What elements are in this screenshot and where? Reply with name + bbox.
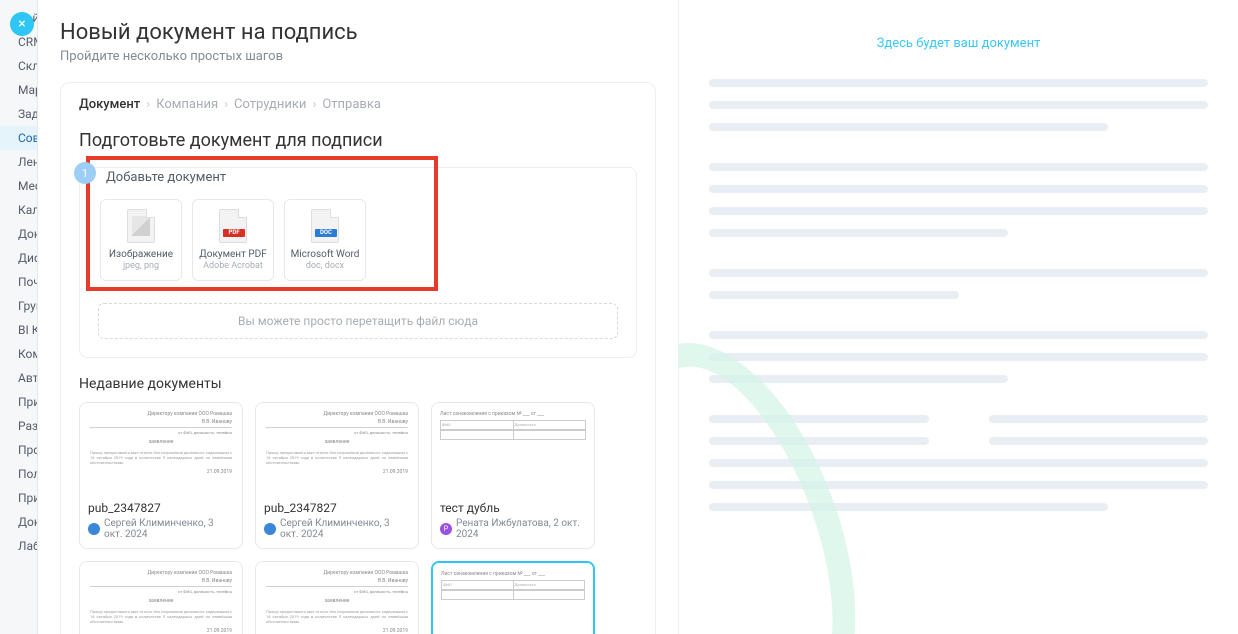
page-subtitle: Пройдите несколько простых шагов [60, 49, 656, 64]
skeleton-line [989, 415, 1209, 423]
step-label: Добавьте документ [106, 170, 424, 185]
sidebar-item[interactable]: Группы [0, 294, 37, 318]
skeleton-line [709, 207, 1208, 215]
chevron-right-icon: › [312, 97, 316, 112]
sidebar: СайтыCRMСкладМаркетингЗадачиСовместная р… [0, 0, 38, 634]
skeleton-line [709, 503, 1108, 511]
doc-thumbnail: Директору компании ООО РомашкаВ.В. Ивано… [256, 403, 418, 495]
upload-type-sub: doc, docx [306, 261, 344, 271]
preview-hint: Здесь будет ваш документ [709, 36, 1208, 51]
sidebar-item[interactable]: Почта [0, 270, 37, 294]
avatar [88, 523, 100, 535]
skeleton-line [709, 229, 1008, 237]
doc-name: pub_2347827 [264, 501, 410, 515]
skeleton-line [709, 185, 1208, 193]
skeleton-line [709, 331, 1208, 339]
upload-type-doc[interactable]: DOC Microsoft Worddoc, docx [284, 199, 366, 281]
chevron-right-icon: › [224, 97, 228, 112]
sidebar-item[interactable]: Компания [0, 342, 37, 366]
close-button[interactable]: × [10, 12, 34, 36]
doc-thumbnail: Директору компании ООО РомашкаВ.В. Ивано… [80, 562, 242, 634]
sidebar-item[interactable]: Диск [0, 246, 37, 270]
sidebar-item[interactable]: Приглашения [0, 486, 37, 510]
sidebar-item[interactable]: BI Конструктор [0, 318, 37, 342]
doc-file-icon: DOC [311, 209, 339, 243]
sidebar-item[interactable]: Процессы [0, 438, 37, 462]
skeleton-line [989, 437, 1209, 445]
recent-doc-card[interactable]: Лист ознакомления с приказом № ___ от __… [431, 402, 595, 549]
doc-author: РРената Ижбулатова, 2 окт. 2024 [440, 518, 586, 540]
recent-doc-card[interactable]: Директору компании ООО РомашкаВ.В. Ивано… [79, 402, 243, 549]
preview-pane: Здесь будет ваш документ [678, 0, 1238, 634]
sidebar-item[interactable]: Лента [0, 150, 37, 174]
sidebar-item[interactable]: Мессенджер [0, 174, 37, 198]
chevron-right-icon: › [146, 97, 150, 112]
skeleton-line [709, 163, 1208, 171]
highlight-box: Добавьте документ Изображениеjpeg, pngPD… [86, 156, 438, 291]
skeleton-line [709, 291, 959, 299]
step-panel: 1 Добавьте документ Изображениеjpeg, png… [79, 167, 637, 358]
skeleton-line [709, 375, 1008, 383]
skeleton-line [709, 353, 1208, 361]
doc-thumbnail: Лист ознакомления с приказом № ___ от __… [432, 403, 594, 495]
doc-thumbnail: Директору компании ООО РомашкаВ.В. Ивано… [80, 403, 242, 495]
section-title: Подготовьте документ для подписи [79, 130, 637, 151]
page-title: Новый документ на подпись [60, 20, 656, 45]
avatar [264, 523, 276, 535]
sidebar-item[interactable]: Разработка [0, 414, 37, 438]
upload-type-pdf[interactable]: PDF Документ PDFAdobe Acrobat [192, 199, 274, 281]
recent-doc-card[interactable]: Лист ознакомления с приказом № ___ от __… [431, 561, 595, 634]
breadcrumb-item[interactable]: Сотрудники [234, 97, 306, 112]
pdf-file-icon: PDF [219, 209, 247, 243]
sidebar-item[interactable]: Склад [0, 54, 37, 78]
drop-zone[interactable]: Вы можете просто перетащить файл сюда [98, 303, 618, 339]
upload-type-label: Microsoft Word [291, 249, 360, 261]
sidebar-item[interactable]: Пользователи [0, 462, 37, 486]
main-panel: Новый документ на подпись Пройдите неско… [38, 0, 678, 634]
doc-author: Сергей Климинченко, 3 окт. 2024 [264, 518, 410, 540]
sidebar-item[interactable]: Документы [0, 510, 37, 534]
upload-type-sub: Adobe Acrobat [203, 261, 263, 271]
sidebar-item[interactable]: Маркетинг [0, 78, 37, 102]
upload-type-sub: jpeg, png [123, 261, 159, 271]
skeleton-line [709, 269, 1208, 277]
doc-author: Сергей Климинченко, 3 окт. 2024 [88, 518, 234, 540]
recent-title: Недавние документы [79, 376, 637, 392]
sidebar-item[interactable]: Автоматизация [0, 366, 37, 390]
doc-name: тест дубль [440, 501, 586, 515]
sidebar-item[interactable]: Совместная работа [0, 126, 37, 150]
skeleton-line [709, 437, 929, 445]
upload-type-image[interactable]: Изображениеjpeg, png [100, 199, 182, 281]
step-number-badge: 1 [74, 162, 96, 184]
doc-thumbnail: Лист ознакомления с приказом № ___ от __… [433, 563, 593, 634]
skeleton-line [709, 79, 1208, 87]
upload-type-label: Документ PDF [199, 249, 267, 261]
doc-thumbnail: Директору компании ООО РомашкаВ.В. Ивано… [256, 562, 418, 634]
sidebar-item[interactable]: Календарь [0, 198, 37, 222]
upload-type-label: Изображение [109, 249, 173, 261]
recent-doc-card[interactable]: Директору компании ООО РомашкаВ.В. Ивано… [255, 561, 419, 634]
breadcrumb-item[interactable]: Компания [156, 97, 218, 112]
recent-doc-card[interactable]: Директору компании ООО РомашкаВ.В. Ивано… [255, 402, 419, 549]
skeleton-line [709, 459, 1208, 467]
breadcrumb: Документ › Компания › Сотрудники › Отправка [79, 97, 637, 112]
sidebar-item[interactable]: Документы [0, 222, 37, 246]
sidebar-item[interactable]: Задачи [0, 102, 37, 126]
sidebar-item[interactable]: Лаборатория [0, 534, 37, 558]
skeleton-line [709, 101, 1208, 109]
sidebar-item[interactable]: Приложения [0, 390, 37, 414]
image-file-icon [127, 209, 155, 243]
avatar: Р [440, 523, 452, 535]
breadcrumb-item: Документ [79, 97, 140, 112]
recent-doc-card[interactable]: Директору компании ООО РомашкаВ.В. Ивано… [79, 561, 243, 634]
doc-name: pub_2347827 [88, 501, 234, 515]
skeleton-line [709, 481, 1208, 489]
breadcrumb-item[interactable]: Отправка [322, 97, 381, 112]
skeleton-line [709, 415, 929, 423]
skeleton-line [709, 123, 1108, 131]
